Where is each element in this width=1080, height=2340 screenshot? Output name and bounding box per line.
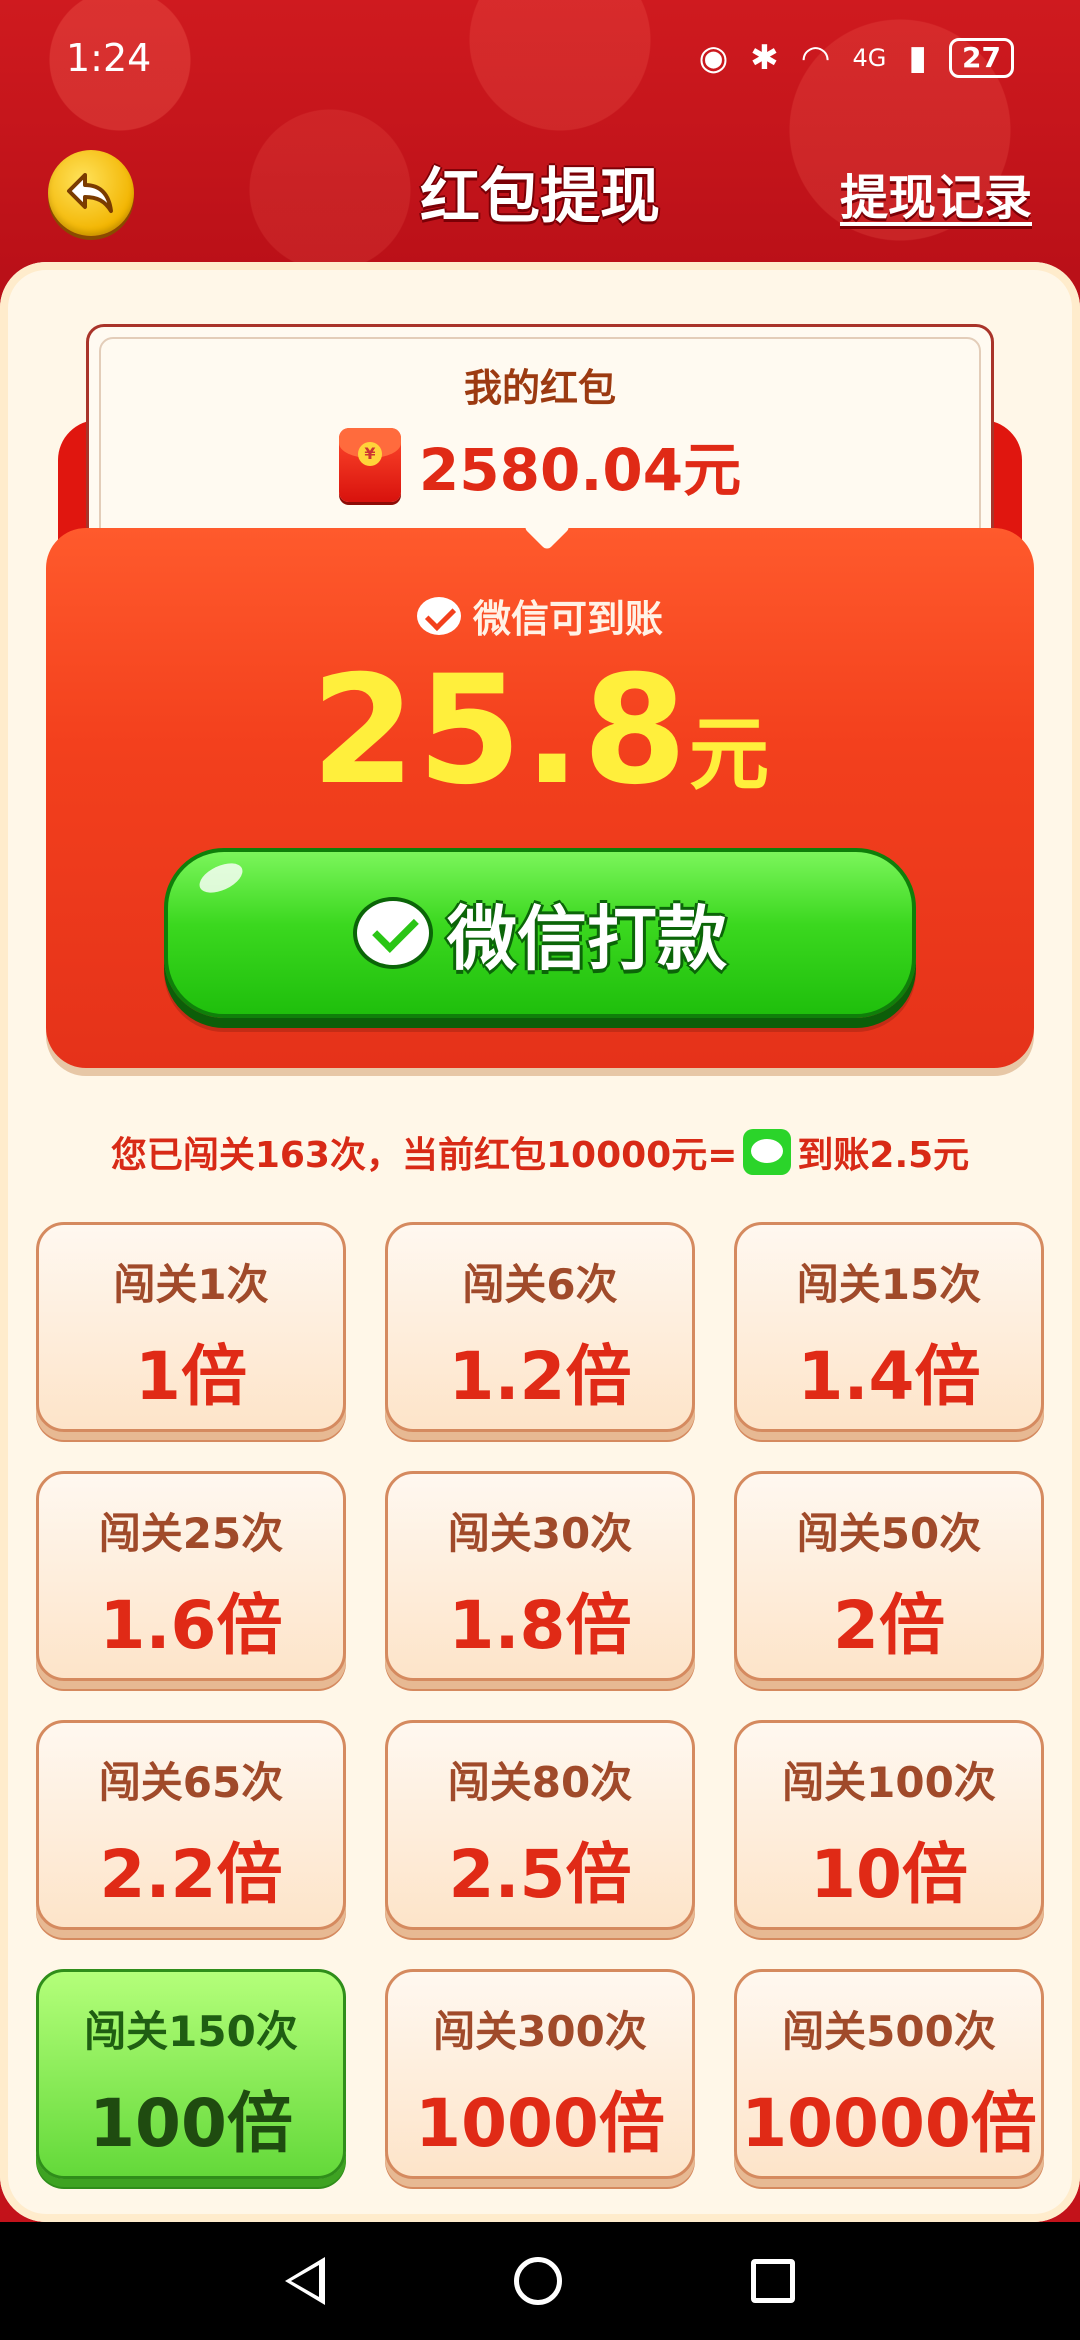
tier-multiplier: 2倍 bbox=[833, 1587, 945, 1664]
wechat-pay-button-label: 微信打款 bbox=[447, 897, 727, 980]
wechat-icon bbox=[743, 1129, 792, 1175]
wechat-pay-icon bbox=[416, 596, 461, 635]
tier-label: 闯关15次 bbox=[796, 1260, 982, 1309]
tier-multiplier: 2.2倍 bbox=[99, 1836, 283, 1913]
multiplier-tier-card[interactable]: 闯关6次 1.2倍 bbox=[385, 1222, 695, 1432]
system-nav-bar bbox=[0, 2222, 1080, 2340]
progress-info-prefix: 您已闯关163次，当前红包10000元= bbox=[110, 1135, 738, 1176]
status-bar: 1:24 ◉ ✱ ◠ 4G ▮ 27 bbox=[0, 0, 1080, 120]
balance-label: 我的红包 bbox=[463, 366, 616, 410]
wechat-available-row: 微信可到账 bbox=[46, 588, 1034, 643]
tier-label: 闯关150次 bbox=[84, 2007, 298, 2056]
multiplier-grid: 闯关1次 1倍 闯关6次 1.2倍 闯关15次 1.4倍闯关25次 1.6倍 闯关30次 1.8… bbox=[36, 1222, 1044, 2179]
multiplier-tier-card[interactable]: 闯关300次 1000倍 bbox=[385, 1969, 695, 2179]
nav-home-icon[interactable] bbox=[513, 2257, 562, 2305]
multiplier-tier-card[interactable]: 闯关1次 1倍 bbox=[36, 1222, 346, 1432]
wechat-available-label: 微信可到账 bbox=[472, 597, 663, 641]
multiplier-tier-card[interactable]: 闯关150次 100倍 bbox=[36, 1969, 346, 2179]
payout-amount-number: 25.8 bbox=[310, 644, 690, 818]
tier-multiplier: 1.6倍 bbox=[99, 1587, 283, 1664]
wechat-pay-button[interactable]: 微信打款 bbox=[164, 848, 916, 1018]
tier-multiplier: 1倍 bbox=[135, 1338, 247, 1415]
tier-multiplier: 1.4倍 bbox=[797, 1338, 981, 1415]
status-time: 1:24 bbox=[66, 36, 152, 80]
multiplier-tier-card[interactable]: 闯关65次 2.2倍 bbox=[36, 1720, 346, 1930]
multiplier-tier-card[interactable]: 闯关30次 1.8倍 bbox=[385, 1471, 695, 1681]
battery-icon: 27 bbox=[949, 38, 1014, 78]
tier-multiplier: 1.2倍 bbox=[448, 1338, 632, 1415]
tier-multiplier: 2.5倍 bbox=[448, 1836, 632, 1913]
tier-multiplier: 1.8倍 bbox=[448, 1587, 632, 1664]
tier-label: 闯关50次 bbox=[796, 1509, 982, 1558]
payout-amount-unit: 元 bbox=[689, 708, 770, 801]
progress-info: 您已闯关163次，当前红包10000元= 到账2.5元 bbox=[0, 1126, 1080, 1178]
tier-label: 闯关1次 bbox=[113, 1260, 269, 1309]
tier-multiplier: 10倍 bbox=[810, 1836, 968, 1913]
signal-icon: ▮ bbox=[908, 38, 928, 78]
bluetooth-icon: ✱ bbox=[750, 38, 779, 78]
nav-recents-icon[interactable] bbox=[751, 2259, 796, 2303]
network-type: 4G bbox=[852, 44, 887, 72]
tier-multiplier: 100倍 bbox=[89, 2085, 293, 2162]
tier-label: 闯关30次 bbox=[447, 1509, 633, 1558]
tier-label: 闯关6次 bbox=[462, 1260, 618, 1309]
withdraw-records-link[interactable]: 提现记录 bbox=[840, 158, 1032, 228]
payout-card: 微信可到账 25.8元 微信打款 bbox=[46, 528, 1034, 1068]
balance-amount: 2580.04元 bbox=[418, 436, 742, 504]
progress-info-suffix: 到账2.5元 bbox=[797, 1135, 970, 1176]
nav-back-icon[interactable] bbox=[284, 2257, 325, 2305]
wechat-pay-icon bbox=[353, 897, 433, 969]
tier-label: 闯关500次 bbox=[782, 2007, 996, 2056]
status-icons: ◉ ✱ ◠ 4G ▮ 27 bbox=[699, 38, 1014, 78]
multiplier-tier-card[interactable]: 闯关500次 10000倍 bbox=[734, 1969, 1044, 2179]
multiplier-tier-card[interactable]: 闯关100次 10倍 bbox=[734, 1720, 1044, 1930]
tier-label: 闯关100次 bbox=[782, 1758, 996, 1807]
multiplier-tier-card[interactable]: 闯关80次 2.5倍 bbox=[385, 1720, 695, 1930]
tier-multiplier: 10000倍 bbox=[741, 2085, 1037, 2162]
tier-multiplier: 1000倍 bbox=[415, 2085, 665, 2162]
eye-icon: ◉ bbox=[698, 38, 729, 78]
multiplier-tier-card[interactable]: 闯关15次 1.4倍 bbox=[734, 1222, 1044, 1432]
wifi-icon: ◠ bbox=[800, 38, 831, 78]
balance-row: ¥ 2580.04元 bbox=[89, 423, 991, 507]
payout-amount: 25.8元 bbox=[46, 644, 1034, 818]
tier-label: 闯关300次 bbox=[433, 2007, 647, 2056]
tier-label: 闯关80次 bbox=[447, 1758, 633, 1807]
multiplier-tier-card[interactable]: 闯关50次 2倍 bbox=[734, 1471, 1044, 1681]
tier-label: 闯关25次 bbox=[98, 1509, 284, 1558]
multiplier-tier-card[interactable]: 闯关25次 1.6倍 bbox=[36, 1471, 346, 1681]
tier-label: 闯关65次 bbox=[98, 1758, 284, 1807]
red-packet-icon: ¥ bbox=[338, 428, 401, 502]
